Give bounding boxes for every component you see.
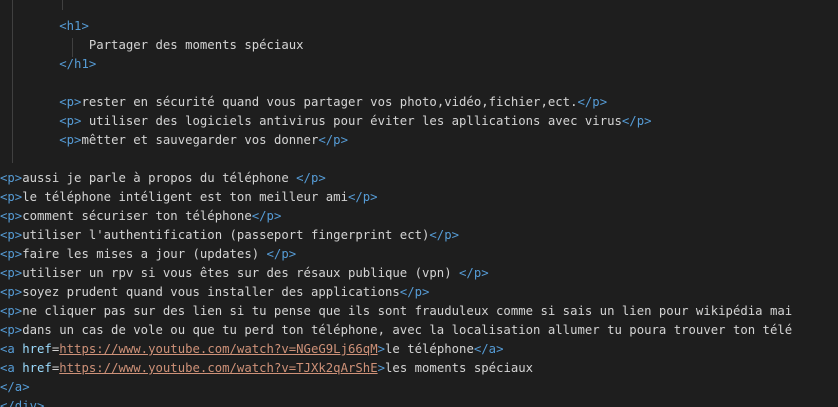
html-tag: <p> xyxy=(0,266,23,280)
code-line[interactable]: <p>ne cliquer pas sur des lien si tu pen… xyxy=(0,302,838,321)
html-tag: <h1> xyxy=(59,19,89,33)
html-tag: <p> xyxy=(0,171,23,185)
text-content: utiliser des logiciels antivirus pour év… xyxy=(81,114,622,128)
text-content: rester en sécurité quand vous partager v… xyxy=(81,95,578,109)
code-line[interactable]: <p>mêtter et sauvegarder vos donner</p> xyxy=(0,131,838,150)
html-tag: </p> xyxy=(251,209,282,223)
attribute-name: href xyxy=(22,361,52,375)
text-content: soyez prudent quand vous installer des a… xyxy=(22,285,400,299)
html-tag: <a xyxy=(0,342,23,356)
text-content: le téléphone xyxy=(385,342,474,356)
html-tag: </p> xyxy=(296,171,326,185)
html-tag: <p> xyxy=(0,323,23,337)
code-line[interactable]: <p>aussi je parle à propos du téléphone … xyxy=(0,169,838,188)
html-tag: </a> xyxy=(0,380,30,394)
html-tag: > xyxy=(377,342,386,356)
code-line[interactable]: Partager des moments spéciaux xyxy=(0,36,838,55)
code-line[interactable] xyxy=(0,150,838,169)
text-content: Partager des moments spéciaux xyxy=(88,38,304,52)
html-tag: </p> xyxy=(459,266,489,280)
code-line[interactable]: <p>dans un cas de vole ou que tu perd to… xyxy=(0,321,838,340)
attribute-name: href xyxy=(22,342,52,356)
html-tag: <p> xyxy=(0,228,23,242)
text-content: le téléphone intéligent est ton meilleur… xyxy=(22,190,348,204)
url-link[interactable]: https://www.youtube.com/watch?v=NGeG9Lj6… xyxy=(59,342,377,356)
html-tag: </p> xyxy=(429,228,460,242)
html-tag: </div> xyxy=(0,399,45,407)
code-line[interactable]: <p>le téléphone intéligent est ton meill… xyxy=(0,188,838,207)
html-tag: <p> xyxy=(0,209,23,223)
html-tag: <a xyxy=(0,361,23,375)
text-content: faire les mises a jour (updates) xyxy=(22,247,267,261)
code-line[interactable]: <p>rester en sécurité quand vous partage… xyxy=(0,93,838,112)
indent-guide xyxy=(62,0,63,10)
text-content: ne cliquer pas sur des lien si tu pense … xyxy=(22,304,793,318)
code-line[interactable]: </a> xyxy=(0,378,838,397)
html-tag: </p> xyxy=(399,285,430,299)
code-line[interactable]: <p>utiliser un rpv si vous êtes sur des … xyxy=(0,264,838,283)
html-tag: <p> xyxy=(59,95,82,109)
html-tag: <p> xyxy=(59,114,82,128)
html-tag: <p> xyxy=(0,190,23,204)
html-tag: <p> xyxy=(0,247,23,261)
html-tag: </h1> xyxy=(59,57,97,71)
text-content: comment sécuriser ton téléphone xyxy=(22,209,252,223)
code-line[interactable] xyxy=(0,74,838,93)
html-tag: <p> xyxy=(0,304,23,318)
html-tag: </p> xyxy=(577,95,608,109)
code-line[interactable]: <p>faire les mises a jour (updates) </p> xyxy=(0,245,838,264)
text-content: mêtter et sauvegarder vos donner xyxy=(81,133,319,147)
code-line[interactable]: <p>soyez prudent quand vous installer de… xyxy=(0,283,838,302)
code-line[interactable]: <a href=https://www.youtube.com/watch?v=… xyxy=(0,359,838,378)
html-tag: > xyxy=(377,361,386,375)
url-link[interactable]: https://www.youtube.com/watch?v=TJXk2qAr… xyxy=(59,361,377,375)
html-tag: <p> xyxy=(59,133,82,147)
html-tag: </p> xyxy=(266,247,297,261)
text-content: utiliser un rpv si vous êtes sur des rés… xyxy=(22,266,460,280)
code-line[interactable]: </div> xyxy=(0,397,838,407)
html-tag: </a> xyxy=(473,342,504,356)
text-content: aussi je parle à propos du téléphone xyxy=(22,171,297,185)
html-tag: </p> xyxy=(347,190,378,204)
code-line[interactable]: </h1> xyxy=(0,55,838,74)
code-line[interactable]: <a href=https://www.youtube.com/watch?v=… xyxy=(0,340,838,359)
html-tag: <p> xyxy=(0,285,23,299)
html-tag: </p> xyxy=(621,114,652,128)
code-line[interactable]: <p> utiliser des logiciels antivirus pou… xyxy=(0,112,838,131)
code-line[interactable]: <p>utiliser l'authentification (passepor… xyxy=(0,226,838,245)
text-content: utiliser l'authentification (passeport f… xyxy=(22,228,430,242)
code-line[interactable]: <p>comment sécuriser ton téléphone</p> xyxy=(0,207,838,226)
html-tag: </p> xyxy=(318,133,348,147)
text-content: les moments spéciaux xyxy=(385,361,534,375)
code-line[interactable]: <h1> xyxy=(0,17,838,36)
text-content: dans un cas de vole ou que tu perd ton t… xyxy=(22,323,793,337)
code-editor[interactable]: <h1> Partager des moments spéciaux </h1>… xyxy=(0,0,838,407)
